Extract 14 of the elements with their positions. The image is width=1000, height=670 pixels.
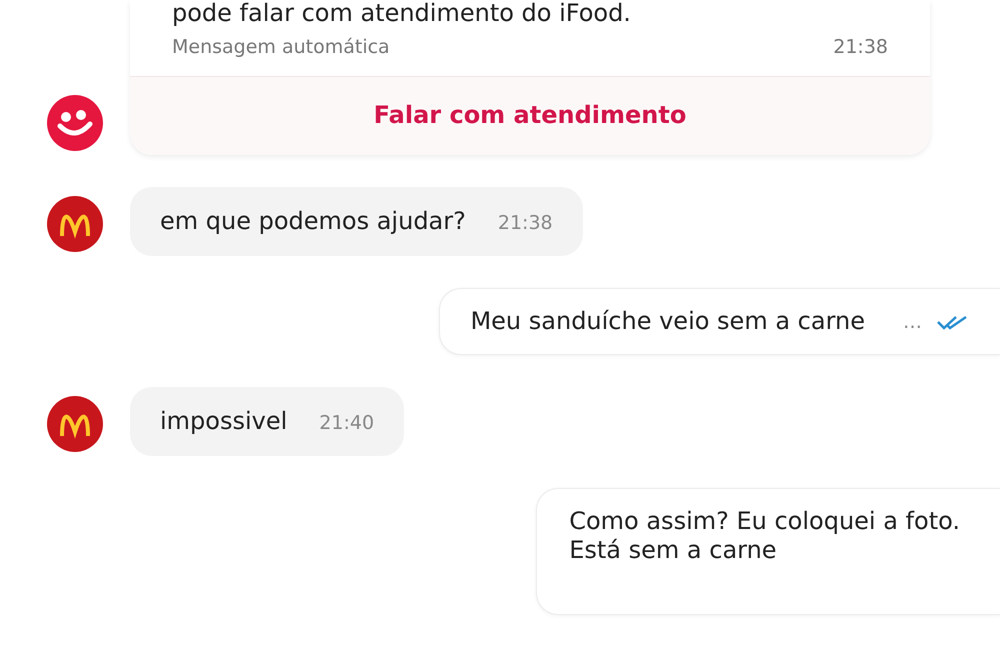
message-time: 21:40: [319, 412, 374, 434]
message-time: 21:38: [498, 212, 553, 234]
message-text: pode falar com atendimento do iFood.: [172, 0, 632, 26]
message-text: impossivel: [160, 406, 288, 436]
message-time: 21:38: [833, 36, 888, 58]
message-text: em que podemos ajudar?: [160, 207, 466, 236]
support-button[interactable]: Falar com atendimento: [130, 76, 930, 156]
message-time: …: [903, 310, 922, 333]
smile-icon: [45, 93, 105, 154]
arches-icon: [45, 394, 105, 454]
arches-icon: [45, 194, 105, 254]
message-text: Meu sanduíche veio sem a carne: [470, 307, 865, 336]
message-text: Como assim? Eu coloquei a foto. Está sem a carne: [569, 506, 960, 564]
message-note: Mensagem automática: [172, 36, 390, 58]
